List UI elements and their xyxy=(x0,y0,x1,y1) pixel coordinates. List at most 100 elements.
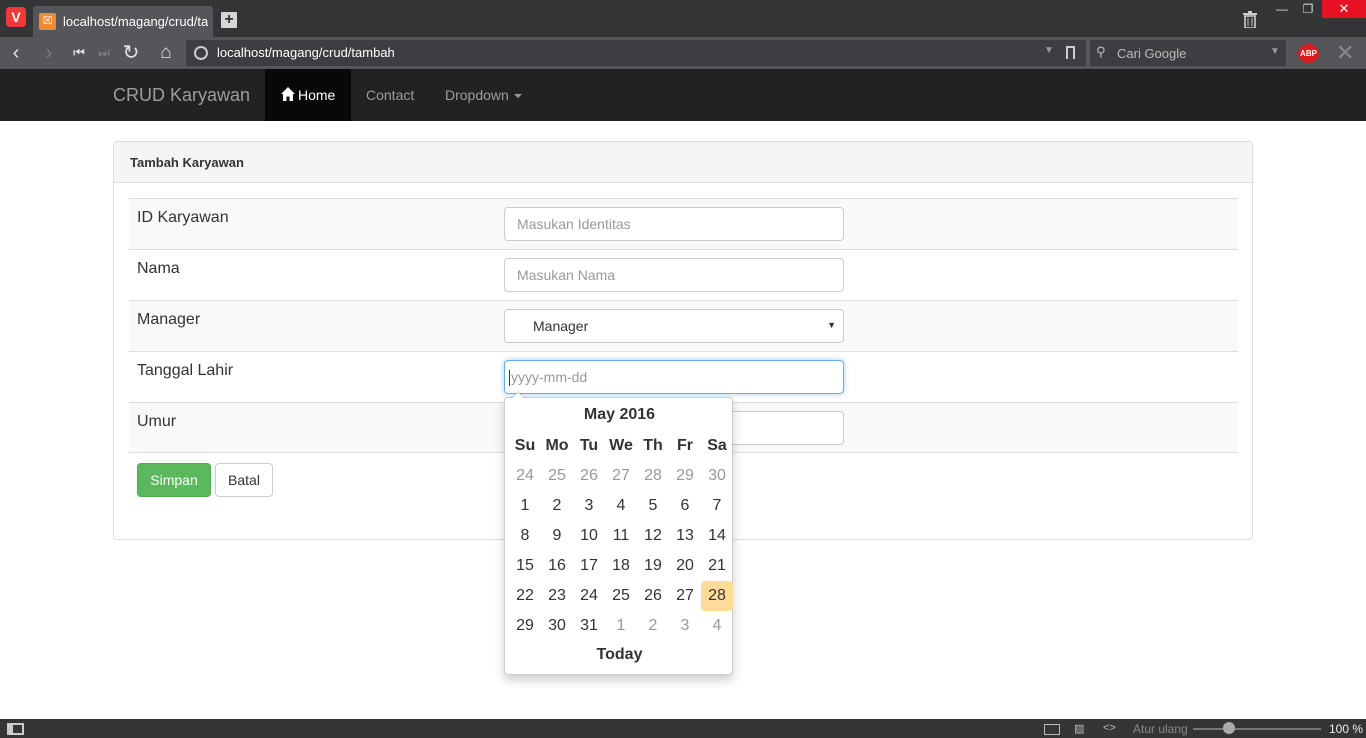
rewind-icon[interactable]: ⏮ xyxy=(67,41,91,65)
search-dropdown-icon[interactable]: ▼ xyxy=(1270,46,1280,57)
manager-select[interactable]: Manager ▼ xyxy=(504,309,844,343)
datepicker-day-today[interactable]: 28 xyxy=(701,581,733,611)
select-arrow-icon: ▼ xyxy=(827,320,836,330)
bookmark-icon[interactable] xyxy=(1066,46,1075,59)
close-window-icon[interactable]: ✕ xyxy=(1322,0,1366,18)
datepicker-week-row: 24 25 26 27 28 29 30 xyxy=(509,461,733,491)
url-text: localhost/magang/crud/tambah xyxy=(217,45,395,60)
datepicker-day[interactable]: 10 xyxy=(573,521,605,551)
datepicker-day[interactable]: 27 xyxy=(605,461,637,491)
datepicker-day[interactable]: 19 xyxy=(637,551,669,581)
panel-toggle-icon[interactable] xyxy=(7,723,24,735)
datepicker-day[interactable]: 16 xyxy=(541,551,573,581)
datepicker-day[interactable]: 26 xyxy=(637,581,669,611)
datepicker-day[interactable]: 4 xyxy=(701,611,733,641)
datepicker-day[interactable]: 14 xyxy=(701,521,733,551)
nav-item-home[interactable]: Home xyxy=(265,69,351,121)
address-toolbar: ‹ › ⏮ ⏭ ↻ ⌂ localhost/magang/crud/tambah… xyxy=(0,37,1366,69)
fast-forward-icon[interactable]: ⏭ xyxy=(92,41,116,65)
datepicker-day[interactable]: 21 xyxy=(701,551,733,581)
datepicker-month-switch[interactable]: May 2016 xyxy=(509,406,730,424)
datepicker-day[interactable]: 15 xyxy=(509,551,541,581)
back-icon[interactable]: ‹ xyxy=(4,41,28,65)
datepicker-day[interactable]: 5 xyxy=(637,491,669,521)
caret-down-icon xyxy=(513,94,522,99)
datepicker-day[interactable]: 29 xyxy=(509,611,541,641)
datepicker-day[interactable]: 26 xyxy=(573,461,605,491)
code-icon[interactable]: <> xyxy=(1103,722,1116,734)
datepicker-day[interactable]: 30 xyxy=(701,461,733,491)
datepicker-day[interactable]: 2 xyxy=(637,611,669,641)
datepicker-day[interactable]: 1 xyxy=(509,491,541,521)
vivaldi-menu-icon[interactable]: V xyxy=(6,7,26,27)
datepicker-day[interactable]: 6 xyxy=(669,491,701,521)
datepicker-day[interactable]: 13 xyxy=(669,521,701,551)
reload-icon[interactable]: ↻ xyxy=(119,41,143,65)
datepicker-day[interactable]: 24 xyxy=(509,461,541,491)
url-dropdown-icon[interactable]: ▼ xyxy=(1044,45,1054,56)
panel-title: Tambah Karyawan xyxy=(130,155,244,170)
datepicker-day[interactable]: 30 xyxy=(541,611,573,641)
zoom-slider-handle[interactable] xyxy=(1223,722,1235,734)
datepicker-day[interactable]: 1 xyxy=(605,611,637,641)
nama-input[interactable]: Masukan Nama xyxy=(504,258,844,292)
datepicker-day[interactable]: 7 xyxy=(701,491,733,521)
datepicker-today-button[interactable]: Today xyxy=(509,646,730,664)
form-row-manager: Manager Manager ▼ xyxy=(129,300,1238,351)
restore-icon[interactable]: ❐ xyxy=(1298,0,1318,18)
navbar-brand[interactable]: CRUD Karyawan xyxy=(113,85,250,106)
datepicker-day[interactable]: 27 xyxy=(669,581,701,611)
search-field[interactable]: ⚲ Cari Google ▼ xyxy=(1090,40,1286,66)
datepicker-day[interactable]: 8 xyxy=(509,521,541,551)
extension-close-icon[interactable]: ✕ xyxy=(1336,40,1354,66)
form-row-tanggal: Tanggal Lahir yyyy-mm-dd xyxy=(129,351,1238,402)
home-page-icon[interactable]: ⌂ xyxy=(154,41,178,65)
tiling-icon[interactable] xyxy=(1044,724,1060,735)
browser-tab-bar: V ☒ localhost/magang/crud/tambah + — ❐ ✕ xyxy=(0,0,1366,37)
image-icon[interactable]: ▨ xyxy=(1074,722,1084,735)
datepicker-weekday: We xyxy=(609,437,633,454)
umur-label: Umur xyxy=(137,413,177,430)
datepicker-day[interactable]: 29 xyxy=(669,461,701,491)
tab-title: localhost/magang/crud/tambah xyxy=(63,14,208,29)
datepicker-day[interactable]: 3 xyxy=(573,491,605,521)
datepicker-day[interactable]: 4 xyxy=(605,491,637,521)
datepicker-weekday: Mo xyxy=(545,437,569,454)
zoom-slider[interactable] xyxy=(1193,728,1321,730)
datepicker-day[interactable]: 3 xyxy=(669,611,701,641)
datepicker-day[interactable]: 20 xyxy=(669,551,701,581)
datepicker-day[interactable]: 25 xyxy=(605,581,637,611)
new-tab-button[interactable]: + xyxy=(221,12,237,28)
form-row-id: ID Karyawan Masukan Identitas xyxy=(129,198,1238,249)
datepicker-day[interactable]: 2 xyxy=(541,491,573,521)
datepicker-week-row: 22 23 24 25 26 27 28 xyxy=(509,581,733,611)
xampp-favicon-icon: ☒ xyxy=(39,13,56,30)
datepicker-day[interactable]: 25 xyxy=(541,461,573,491)
datepicker-day[interactable]: 17 xyxy=(573,551,605,581)
zoom-reset-label[interactable]: Atur ulang xyxy=(1133,722,1188,736)
minimize-icon[interactable]: — xyxy=(1273,0,1291,18)
datepicker-day[interactable]: 12 xyxy=(637,521,669,551)
trash-icon[interactable] xyxy=(1243,11,1257,28)
datepicker-day[interactable]: 18 xyxy=(605,551,637,581)
tanggal-input[interactable]: yyyy-mm-dd xyxy=(504,360,844,394)
batal-button[interactable]: Batal xyxy=(215,463,273,497)
nav-item-dropdown[interactable]: Dropdown xyxy=(445,87,522,103)
nav-item-contact[interactable]: Contact xyxy=(366,87,414,103)
adblock-icon[interactable]: ABP xyxy=(1298,44,1319,63)
simpan-button[interactable]: Simpan xyxy=(137,463,211,497)
url-field[interactable]: localhost/magang/crud/tambah ▼ xyxy=(186,40,1086,66)
browser-tab[interactable]: ☒ localhost/magang/crud/tambah xyxy=(33,6,213,37)
datepicker-weekday: Fr xyxy=(677,437,693,454)
globe-icon xyxy=(194,46,208,60)
datepicker-day[interactable]: 11 xyxy=(605,521,637,551)
datepicker-day[interactable]: 22 xyxy=(509,581,541,611)
datepicker-day[interactable]: 24 xyxy=(573,581,605,611)
datepicker-day[interactable]: 31 xyxy=(573,611,605,641)
datepicker-day[interactable]: 9 xyxy=(541,521,573,551)
search-placeholder: Cari Google xyxy=(1117,46,1187,61)
forward-icon[interactable]: › xyxy=(37,41,61,65)
datepicker-day[interactable]: 23 xyxy=(541,581,573,611)
id-input[interactable]: Masukan Identitas xyxy=(504,207,844,241)
datepicker-day[interactable]: 28 xyxy=(637,461,669,491)
